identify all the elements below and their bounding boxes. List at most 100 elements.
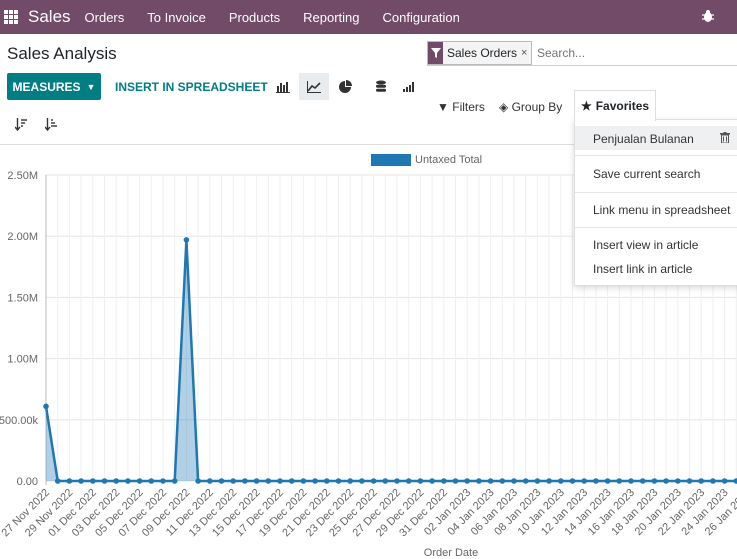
bug-icon[interactable]	[701, 9, 715, 26]
cumulative-icon[interactable]	[394, 73, 424, 100]
data-point	[604, 478, 611, 484]
top-navbar: Sales Orders To Invoice Products Reporti…	[0, 0, 737, 34]
data-point	[370, 478, 377, 484]
data-point	[101, 478, 108, 484]
data-point	[534, 478, 541, 484]
nav-products[interactable]: Products	[229, 10, 280, 25]
data-point	[324, 478, 330, 484]
star-icon: ★	[580, 99, 592, 113]
trash-icon[interactable]	[720, 132, 730, 146]
caret-down-icon: ▼	[86, 81, 96, 92]
data-point	[511, 478, 517, 484]
data-point	[522, 478, 529, 484]
link-menu-in-spreadsheet[interactable]: Link menu in spreadsheet	[593, 203, 730, 217]
facet-remove-icon[interactable]: ×	[521, 47, 531, 59]
data-point	[218, 478, 225, 484]
data-point	[663, 478, 669, 484]
sort-descending-icon[interactable]	[14, 118, 27, 134]
data-point	[417, 478, 424, 484]
data-point	[335, 478, 342, 484]
data-point	[464, 478, 471, 484]
dropdown-separator	[575, 155, 737, 156]
bar-chart-icon[interactable]	[268, 73, 298, 100]
dropdown-separator	[575, 192, 737, 193]
data-point	[686, 478, 693, 484]
data-point	[113, 478, 119, 484]
save-current-search[interactable]: Save current search	[593, 167, 700, 181]
data-point	[148, 478, 155, 484]
group-by-button[interactable]: ◈ Group By	[499, 100, 562, 114]
data-point	[288, 478, 295, 484]
data-point	[639, 478, 646, 484]
sort-ascending-icon[interactable]	[44, 118, 57, 134]
search-bar: Sales Orders ×	[427, 41, 737, 66]
data-point	[569, 478, 576, 484]
data-point	[183, 237, 190, 243]
data-point	[487, 478, 494, 484]
data-point	[195, 478, 201, 484]
data-point	[136, 478, 143, 484]
data-point	[253, 478, 260, 484]
y-tick-label: 2.50M	[7, 170, 38, 182]
nav-to-invoice[interactable]: To Invoice	[147, 10, 206, 25]
data-point	[452, 478, 459, 484]
data-point	[733, 478, 737, 484]
dropdown-separator	[575, 227, 737, 228]
facet-label: Sales Orders	[447, 46, 518, 60]
data-point	[628, 478, 634, 484]
data-point	[441, 478, 447, 484]
nav-configuration[interactable]: Configuration	[383, 10, 460, 25]
data-point	[558, 478, 564, 484]
y-tick-label: 0.00	[17, 476, 38, 488]
data-point	[90, 478, 96, 484]
data-point	[476, 478, 482, 484]
y-tick-label: 1.50M	[7, 292, 38, 304]
search-input[interactable]	[535, 43, 737, 63]
data-point	[710, 478, 716, 484]
favorite-penjualan-bulanan[interactable]: Penjualan Bulanan	[593, 132, 694, 146]
data-point	[54, 478, 61, 484]
y-tick-label: 500.00k	[0, 415, 38, 427]
legend-swatch	[371, 154, 411, 166]
data-point	[593, 478, 599, 484]
apps-grid-icon[interactable]	[4, 10, 18, 24]
data-point	[277, 478, 283, 484]
search-facet: Sales Orders ×	[427, 41, 533, 65]
data-point	[405, 478, 412, 484]
data-point	[429, 478, 435, 484]
insert-view-in-article[interactable]: Insert view in article	[593, 238, 698, 252]
data-point	[675, 478, 681, 484]
insert-spreadsheet-button[interactable]: INSERT IN SPREADSHEET	[115, 80, 268, 94]
data-point	[546, 478, 552, 484]
line-chart-icon[interactable]	[299, 73, 329, 100]
data-point	[230, 478, 236, 484]
data-point	[300, 478, 307, 484]
filters-button[interactable]: ▼ Filters	[437, 100, 485, 114]
measures-label: MEASURES	[12, 79, 81, 94]
data-point	[651, 478, 658, 484]
data-point	[66, 478, 73, 484]
app-brand[interactable]: Sales	[28, 7, 71, 27]
data-point	[394, 478, 400, 484]
y-tick-label: 2.00M	[7, 231, 38, 243]
data-point	[616, 478, 623, 484]
filters-label: Filters	[452, 100, 485, 114]
data-point	[125, 478, 131, 484]
data-point	[265, 478, 272, 484]
favorites-button[interactable]: ★ Favorites	[574, 90, 656, 121]
filter-icon	[428, 42, 443, 64]
data-point	[698, 478, 704, 484]
insert-link-in-article[interactable]: Insert link in article	[593, 262, 692, 276]
favorites-label: Favorites	[595, 99, 650, 113]
data-point	[347, 478, 354, 484]
data-point	[160, 478, 166, 484]
y-tick-label: 1.00M	[7, 354, 38, 366]
favorites-dropdown: Penjualan Bulanan Save current search Li…	[574, 119, 737, 286]
nav-reporting[interactable]: Reporting	[303, 10, 359, 25]
stacked-database-icon[interactable]	[366, 73, 396, 100]
pie-chart-icon[interactable]	[330, 73, 360, 100]
measures-button[interactable]: MEASURES ▼	[7, 73, 101, 100]
nav-orders[interactable]: Orders	[85, 10, 125, 25]
data-point	[242, 478, 248, 484]
data-point	[312, 478, 318, 484]
